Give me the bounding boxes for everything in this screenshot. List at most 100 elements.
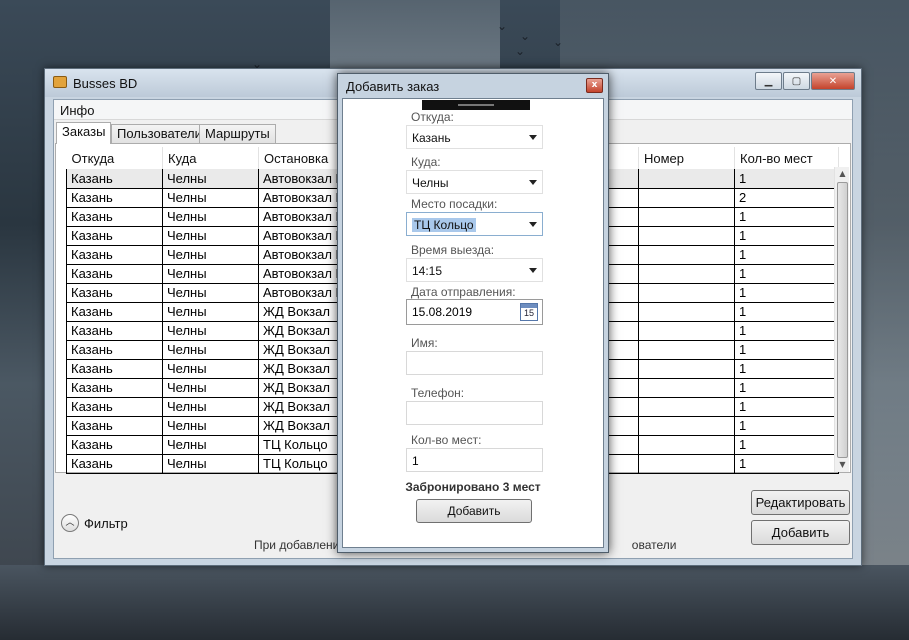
cell-from[interactable]: Казань bbox=[66, 207, 163, 227]
cell-to[interactable]: Челны bbox=[162, 188, 259, 208]
cell-to[interactable]: Челны bbox=[162, 378, 259, 398]
cell-to[interactable]: Челны bbox=[162, 454, 259, 474]
cell-from[interactable]: Казань bbox=[66, 397, 163, 417]
cell-number[interactable] bbox=[638, 245, 735, 265]
dialog-add-button[interactable]: Добавить bbox=[416, 499, 532, 523]
cell-from[interactable]: Казань bbox=[66, 245, 163, 265]
close-button[interactable]: ✕ bbox=[811, 72, 855, 90]
cell-from[interactable]: Казань bbox=[66, 264, 163, 284]
seats-field[interactable]: 1 bbox=[406, 448, 543, 472]
cell-seats[interactable]: 1 bbox=[734, 283, 839, 303]
cell-number[interactable] bbox=[638, 378, 735, 398]
cell-seats[interactable]: 1 bbox=[734, 226, 839, 246]
edit-button[interactable]: Редактировать bbox=[751, 490, 850, 515]
cell-seats[interactable]: 1 bbox=[734, 340, 839, 360]
stop-label: Место посадки: bbox=[411, 197, 498, 211]
column-header-number[interactable]: Номер bbox=[638, 147, 735, 169]
cell-seats[interactable]: 2 bbox=[734, 188, 839, 208]
cell-to[interactable]: Челны bbox=[162, 283, 259, 303]
cell-seats[interactable]: 1 bbox=[734, 264, 839, 284]
cell-from[interactable]: Казань bbox=[66, 454, 163, 474]
cell-number[interactable] bbox=[638, 188, 735, 208]
cell-number[interactable] bbox=[638, 416, 735, 436]
cell-to[interactable]: Челны bbox=[162, 359, 259, 379]
from-combobox[interactable]: Казань bbox=[406, 125, 543, 149]
cell-to[interactable]: Челны bbox=[162, 169, 259, 189]
cell-number[interactable] bbox=[638, 302, 735, 322]
cell-from[interactable]: Казань bbox=[66, 226, 163, 246]
cell-to[interactable]: Челны bbox=[162, 416, 259, 436]
maximize-button[interactable]: ▢ bbox=[783, 72, 810, 90]
cell-number[interactable] bbox=[638, 264, 735, 284]
time-combobox[interactable]: 14:15 bbox=[406, 258, 543, 282]
name-field[interactable] bbox=[406, 351, 543, 375]
cell-to[interactable]: Челны bbox=[162, 245, 259, 265]
window-title: Busses BD bbox=[73, 76, 138, 91]
cell-number[interactable] bbox=[638, 397, 735, 417]
cell-from[interactable]: Казань bbox=[66, 359, 163, 379]
bird-icon: ⌄ bbox=[520, 29, 531, 43]
cell-to[interactable]: Челны bbox=[162, 435, 259, 455]
cell-seats[interactable]: 1 bbox=[734, 378, 839, 398]
cell-seats[interactable]: 1 bbox=[734, 302, 839, 322]
add-button[interactable]: Добавить bbox=[751, 520, 850, 545]
cell-number[interactable] bbox=[638, 435, 735, 455]
cell-from[interactable]: Казань bbox=[66, 188, 163, 208]
cell-number[interactable] bbox=[638, 169, 735, 189]
cell-seats[interactable]: 1 bbox=[734, 435, 839, 455]
cell-number[interactable] bbox=[638, 321, 735, 341]
cell-from[interactable]: Казань bbox=[66, 378, 163, 398]
dialog-close-button[interactable]: x bbox=[586, 78, 603, 93]
phone-field[interactable] bbox=[406, 401, 543, 425]
scroll-up-arrow-icon[interactable]: ▲ bbox=[835, 167, 850, 181]
cell-to[interactable]: Челны bbox=[162, 321, 259, 341]
cell-seats[interactable]: 1 bbox=[734, 245, 839, 265]
cell-from[interactable]: Казань bbox=[66, 169, 163, 189]
date-value: 15.08.2019 bbox=[412, 305, 473, 319]
cell-to[interactable]: Челны bbox=[162, 397, 259, 417]
cell-seats[interactable]: 1 bbox=[734, 321, 839, 341]
minimize-button[interactable]: ▁ bbox=[755, 72, 782, 90]
from-value: Казань bbox=[412, 131, 451, 145]
cell-from[interactable]: Казань bbox=[66, 321, 163, 341]
cell-seats[interactable]: 1 bbox=[734, 397, 839, 417]
tab-routes[interactable]: Маршруты bbox=[199, 124, 276, 143]
cell-from[interactable]: Казань bbox=[66, 302, 163, 322]
cell-from[interactable]: Казань bbox=[66, 283, 163, 303]
bus-icon bbox=[53, 76, 67, 88]
cell-to[interactable]: Челны bbox=[162, 207, 259, 227]
cell-from[interactable]: Казань bbox=[66, 340, 163, 360]
date-picker[interactable]: 15.08.2019 15 bbox=[406, 299, 543, 325]
cell-number[interactable] bbox=[638, 226, 735, 246]
scroll-down-arrow-icon[interactable]: ▼ bbox=[835, 458, 850, 472]
tab-orders[interactable]: Заказы bbox=[56, 122, 112, 144]
column-header-from[interactable]: Откуда bbox=[66, 147, 163, 169]
cell-to[interactable]: Челны bbox=[162, 302, 259, 322]
to-combobox[interactable]: Челны bbox=[406, 170, 543, 194]
cell-number[interactable] bbox=[638, 359, 735, 379]
cell-seats[interactable]: 1 bbox=[734, 169, 839, 189]
cell-to[interactable]: Челны bbox=[162, 264, 259, 284]
calendar-icon[interactable]: 15 bbox=[520, 303, 538, 321]
cell-number[interactable] bbox=[638, 283, 735, 303]
grid-vertical-scrollbar[interactable]: ▲ ▼ bbox=[834, 167, 849, 472]
column-header-seats[interactable]: Кол-во мест bbox=[734, 147, 839, 169]
scroll-thumb[interactable] bbox=[837, 182, 848, 458]
cell-from[interactable]: Казань bbox=[66, 416, 163, 436]
cell-from[interactable]: Казань bbox=[66, 435, 163, 455]
cell-number[interactable] bbox=[638, 207, 735, 227]
column-header-to[interactable]: Куда bbox=[162, 147, 259, 169]
menu-info[interactable]: Инфо bbox=[60, 103, 94, 118]
cell-to[interactable]: Челны bbox=[162, 340, 259, 360]
cell-seats[interactable]: 1 bbox=[734, 416, 839, 436]
cell-number[interactable] bbox=[638, 454, 735, 474]
cell-seats[interactable]: 1 bbox=[734, 454, 839, 474]
cell-number[interactable] bbox=[638, 340, 735, 360]
cell-seats[interactable]: 1 bbox=[734, 207, 839, 227]
tab-users[interactable]: Пользователи bbox=[111, 124, 208, 143]
stop-combobox[interactable]: ТЦ Кольцо bbox=[406, 212, 543, 236]
cell-seats[interactable]: 1 bbox=[734, 359, 839, 379]
chevron-up-icon[interactable]: ︿ bbox=[61, 514, 79, 532]
cell-to[interactable]: Челны bbox=[162, 226, 259, 246]
filter-toggle[interactable]: ︿ Фильтр bbox=[61, 514, 128, 532]
